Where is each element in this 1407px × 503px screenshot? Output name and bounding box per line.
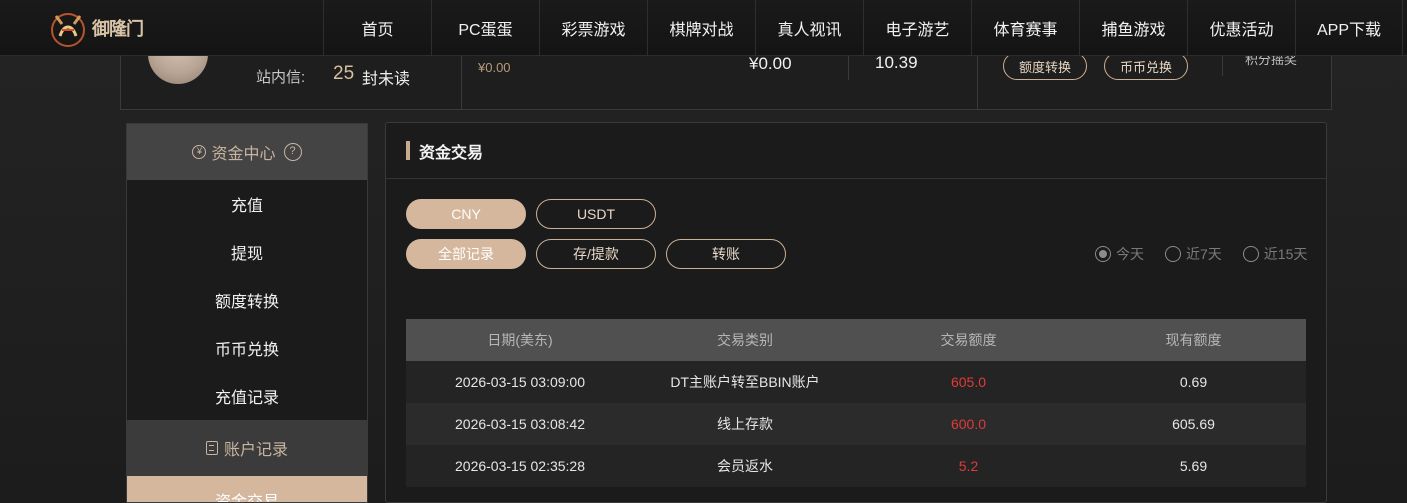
cell-balance: 5.69 xyxy=(1179,458,1208,474)
tab-all-records[interactable]: 全部记录 xyxy=(406,239,526,269)
sidebar-item-fund-transactions[interactable]: 资金交易 xyxy=(127,476,367,502)
nav-home[interactable]: 首页 xyxy=(323,0,431,56)
table-row: 2026-03-15 03:08:42 线上存款 600.0 605.69 xyxy=(406,403,1306,445)
brand-logo[interactable]: 御隆门 xyxy=(46,6,166,50)
tab-transfer[interactable]: 转账 xyxy=(666,239,786,269)
ledger-icon xyxy=(205,441,218,455)
cell-amount: 600.0 xyxy=(950,416,987,432)
radio-unchecked-icon xyxy=(1242,246,1259,262)
inbox-count[interactable]: 25 xyxy=(333,63,354,85)
cell-date: 2026-03-15 03:08:42 xyxy=(455,416,585,432)
inbox-unread-label: 封未读 xyxy=(362,71,411,88)
cell-type: 线上存款 xyxy=(717,416,773,432)
sidebar-item-quota-transfer[interactable]: 额度转换 xyxy=(127,276,367,324)
title-accent-bar xyxy=(406,141,410,160)
sidebar-item-coin-exchange[interactable]: 币币兑换 xyxy=(127,324,367,372)
sidebar-section-account-records: 账户记录 xyxy=(127,420,367,476)
tab-deposit-withdraw[interactable]: 存/提款 xyxy=(536,239,656,269)
cell-balance: 0.69 xyxy=(1179,374,1208,390)
cell-amount: 605.0 xyxy=(950,374,987,390)
secondary-balance: 10.39 xyxy=(875,53,918,72)
fund-transactions-panel: 资金交易 CNY USDT 全部记录 存/提款 转账 今天 近7天 近15天 日… xyxy=(385,122,1327,503)
sidebar-section-fund-center: ¥ 资金中心 ? xyxy=(127,124,367,180)
logo-emblem-icon xyxy=(51,13,85,47)
cell-balance: 605.69 xyxy=(1172,416,1215,432)
yen-coin-icon: ¥ xyxy=(192,145,207,159)
range-today[interactable]: 今天 xyxy=(1095,244,1144,264)
radio-checked-icon xyxy=(1095,246,1111,262)
top-navigation: 御隆门 首页 PC蛋蛋 彩票游戏 棋牌对战 真人视讯 电子游艺 体育赛事 捕鱼游… xyxy=(0,0,1407,56)
radio-unchecked-icon xyxy=(1165,246,1181,262)
nav-fishing[interactable]: 捕鱼游戏 xyxy=(1079,0,1187,56)
nav-lottery[interactable]: 彩票游戏 xyxy=(539,0,647,56)
range-7-days[interactable]: 近7天 xyxy=(1165,244,1222,264)
column-balance: 现有额度 xyxy=(1165,332,1222,348)
help-icon[interactable]: ? xyxy=(283,143,302,161)
sidebar-section-label: 资金中心 xyxy=(211,146,276,163)
table-row: 2026-03-15 02:35:28 会员返水 5.2 5.69 xyxy=(406,445,1306,487)
inbox-label: 站内信: xyxy=(256,69,306,86)
sidebar-item-deposit-records[interactable]: 充值记录 xyxy=(127,372,367,420)
cell-amount: 5.2 xyxy=(958,458,979,474)
nav-pc-egg[interactable]: PC蛋蛋 xyxy=(431,0,539,56)
brand-name: 御隆门 xyxy=(92,19,144,40)
nav-card-games[interactable]: 棋牌对战 xyxy=(647,0,755,56)
sidebar-item-deposit[interactable]: 充值 xyxy=(127,180,367,228)
tab-currency-usdt[interactable]: USDT xyxy=(536,199,656,229)
column-amount: 交易额度 xyxy=(940,332,997,348)
column-type: 交易类别 xyxy=(717,332,773,348)
range-15-days[interactable]: 近15天 xyxy=(1242,244,1308,264)
range-label: 今天 xyxy=(1116,246,1144,262)
main-balance: ¥0.00 xyxy=(749,54,792,73)
cell-type: 会员返水 xyxy=(717,458,773,474)
main-menu: 首页 PC蛋蛋 彩票游戏 棋牌对战 真人视讯 电子游艺 体育赛事 捕鱼游戏 优惠… xyxy=(323,0,1403,56)
panel-header: 资金交易 xyxy=(386,123,1326,179)
column-date: 日期(美东) xyxy=(487,332,553,348)
page-title: 资金交易 xyxy=(419,144,484,162)
quota-transfer-button[interactable]: 额度转换 xyxy=(1003,52,1088,80)
cell-date: 2026-03-15 02:35:28 xyxy=(455,458,585,474)
sidebar-section-label: 账户记录 xyxy=(223,442,288,459)
range-label: 近7天 xyxy=(1186,246,1222,262)
tab-currency-cny[interactable]: CNY xyxy=(406,199,526,229)
nav-app-download[interactable]: APP下载 xyxy=(1295,0,1403,56)
nav-promotions[interactable]: 优惠活动 xyxy=(1187,0,1295,56)
table-header: 日期(美东) 交易类别 交易额度 现有额度 xyxy=(406,319,1306,361)
transactions-table: 日期(美东) 交易类别 交易额度 现有额度 2026-03-15 03:09:0… xyxy=(406,319,1306,487)
sidebar-item-withdraw[interactable]: 提现 xyxy=(127,228,367,276)
nav-slots[interactable]: 电子游艺 xyxy=(863,0,971,56)
wallet-small-balance: ¥0.00 xyxy=(478,60,511,75)
range-label: 近15天 xyxy=(1263,246,1308,262)
cell-date: 2026-03-15 03:09:00 xyxy=(455,374,585,390)
date-range-filter: 今天 近7天 近15天 xyxy=(1095,244,1307,264)
nav-live-casino[interactable]: 真人视讯 xyxy=(755,0,863,56)
cell-type: DT主账户转至BBIN账户 xyxy=(670,374,820,390)
sidebar: ¥ 资金中心 ? 充值 提现 额度转换 币币兑换 充值记录 账户记录 资金交易 xyxy=(126,123,368,503)
coin-exchange-button[interactable]: 币币兑换 xyxy=(1104,52,1189,80)
nav-sports[interactable]: 体育赛事 xyxy=(971,0,1079,56)
table-row: 2026-03-15 03:09:00 DT主账户转至BBIN账户 605.0 … xyxy=(406,361,1306,403)
